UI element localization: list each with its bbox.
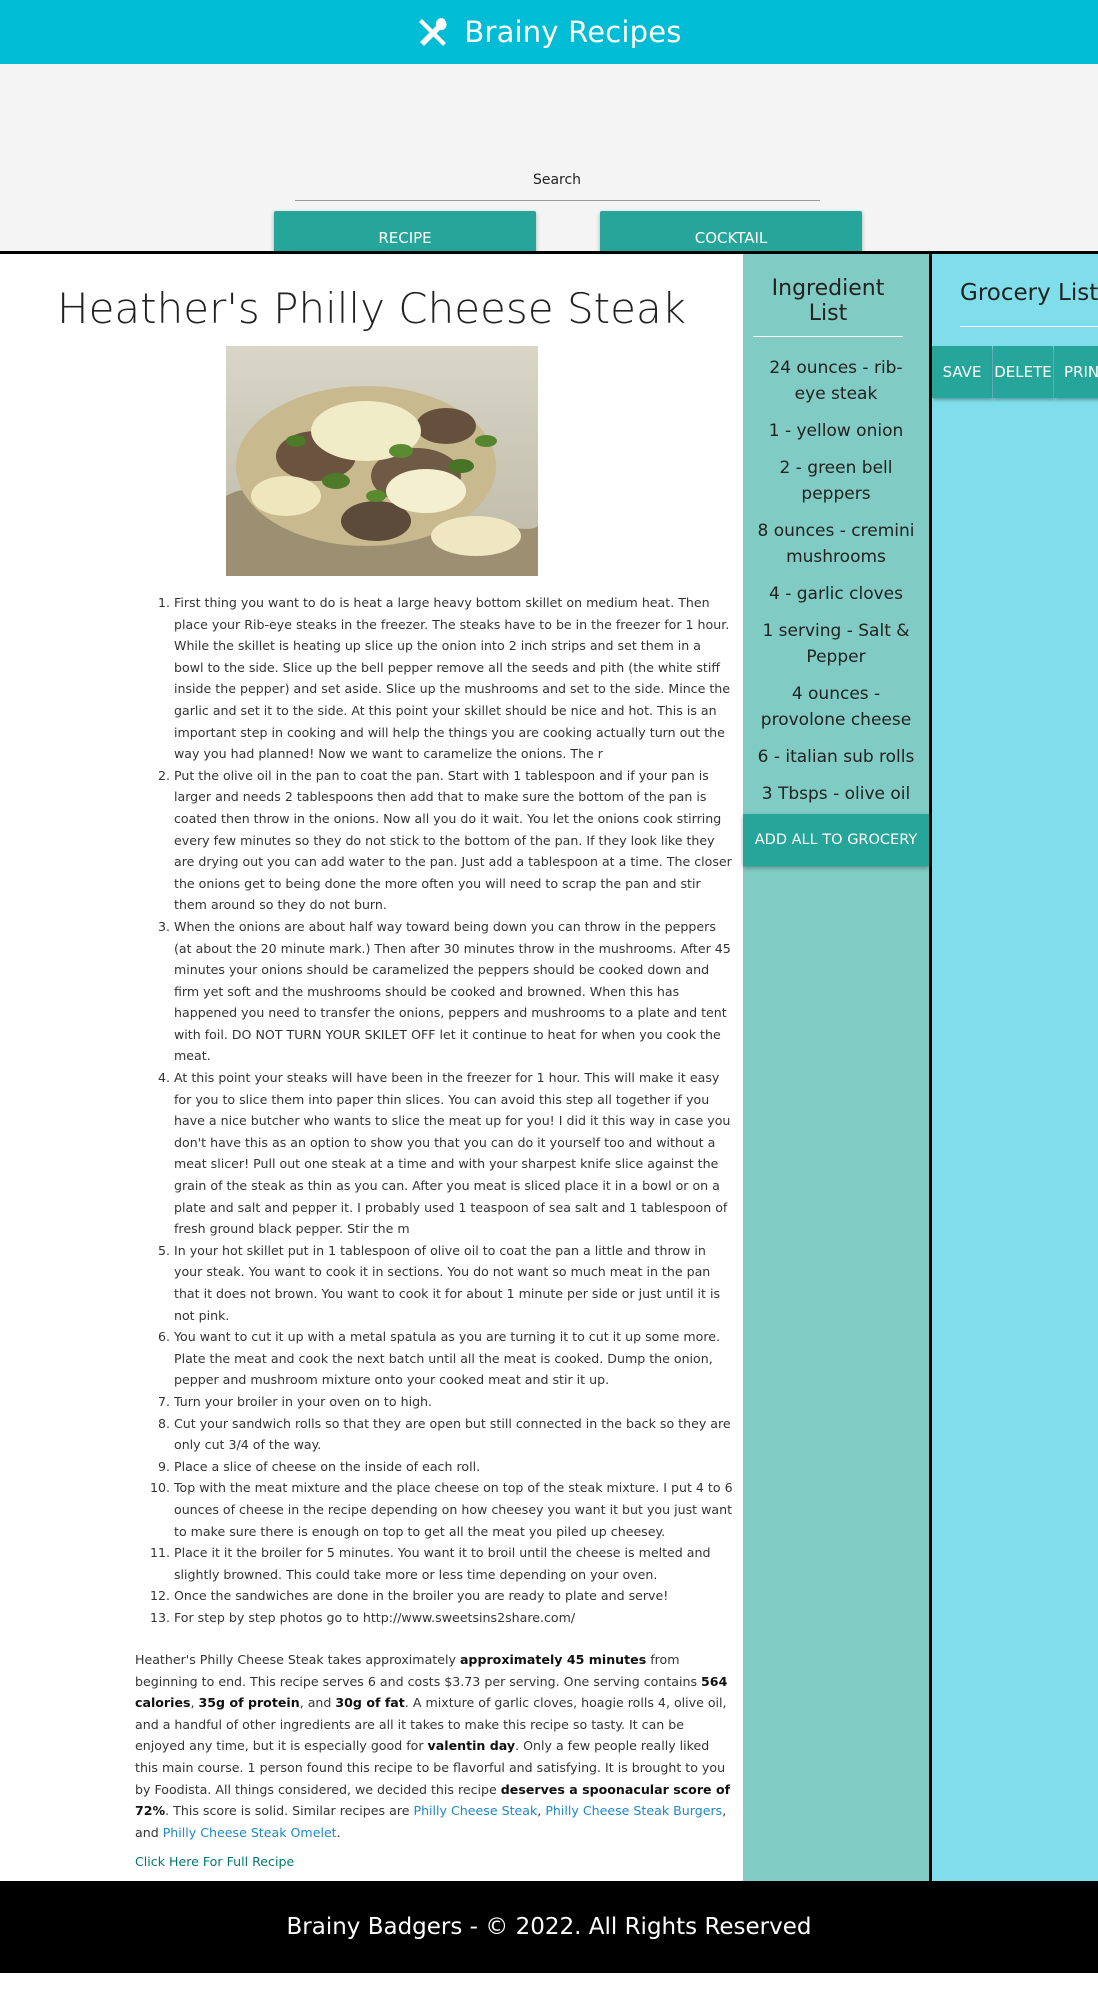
recipe-step: For step by step photos go to http://www… [174, 1607, 734, 1629]
grocery-panel: Grocery List SAVE DELETE PRINT [932, 254, 1098, 1881]
recipe-photo [226, 346, 538, 576]
similar-recipe-link[interactable]: Philly Cheese Steak [413, 1803, 537, 1818]
recipe-step: Place a slice of cheese on the inside of… [174, 1456, 734, 1478]
recipe-step: When the onions are about half way towar… [174, 916, 734, 1067]
recipe-steps: First thing you want to do is heat a lar… [174, 592, 734, 1629]
app-header: Brainy Recipes [0, 0, 1098, 64]
recipe-step: Cut your sandwich rolls so that they are… [174, 1413, 734, 1456]
search-label: Search [532, 172, 582, 188]
full-recipe-link[interactable]: Click Here For Full Recipe [135, 1854, 294, 1869]
recipe-step: Once the sandwiches are done in the broi… [174, 1585, 734, 1607]
recipe-step: In your hot skillet put in 1 tablespoon … [174, 1240, 734, 1326]
similar-recipe-link[interactable]: Philly Cheese Steak Burgers [545, 1803, 722, 1818]
grocery-list-title: Grocery List [960, 280, 1098, 306]
recipe-step: You want to cut it up with a metal spatu… [174, 1326, 734, 1391]
main-content: Heather's Philly Cheese Steak 1. First t… [0, 251, 1098, 1881]
ingredient-item[interactable]: 3 Tbsps - olive oil [743, 775, 929, 812]
footer-text: Brainy Badgers - © 2022. All Rights Rese… [286, 1914, 812, 1940]
summary-text: . [336, 1824, 341, 1840]
recipe-title: Heather's Philly Cheese Steak [56, 284, 686, 333]
recipe-panel: Heather's Philly Cheese Steak 1. First t… [0, 254, 743, 1881]
delete-button[interactable]: DELETE [993, 346, 1053, 398]
search-panel: Search RECIPE COCKTAIL [0, 64, 1098, 265]
recipe-step: First thing you want to do is heat a lar… [174, 592, 734, 765]
recipe-summary: Heather's Philly Cheese Steak takes appr… [135, 1649, 735, 1843]
ingredient-item[interactable]: 1 - yellow onion [743, 412, 929, 449]
recipe-step: Put the olive oil in the pan to coat the… [174, 765, 734, 916]
ingredient-panel: Ingredient List 24 ounces - rib-eye stea… [743, 254, 929, 1881]
summary-bold: 30g of fat [335, 1695, 405, 1711]
app-title: Brainy Recipes [464, 15, 682, 49]
ingredient-item[interactable]: 2 - green bell peppers [743, 449, 929, 512]
page-bottom [0, 1973, 1098, 2016]
add-all-to-grocery-button[interactable]: ADD ALL TO GROCERY [743, 814, 929, 866]
ingredient-list: 24 ounces - rib-eye steak 1 - yellow oni… [743, 349, 929, 812]
page-footer: Brainy Badgers - © 2022. All Rights Rese… [0, 1881, 1098, 1973]
grocery-title-divider [960, 326, 1098, 327]
search-input[interactable] [295, 200, 820, 201]
ingredient-item[interactable]: 6 - italian sub rolls [743, 738, 929, 775]
print-button[interactable]: PRINT [1054, 346, 1098, 398]
ingredient-list-title: Ingredient List [753, 276, 903, 337]
recipe-step: Top with the meat mixture and the place … [174, 1477, 734, 1542]
summary-bold: approximately 45 minutes [459, 1652, 647, 1667]
summary-text: Heather's Philly Cheese Steak takes appr… [135, 1652, 460, 1667]
recipe-step: Turn your broiler in your oven on to hig… [174, 1391, 734, 1413]
ingredient-item[interactable]: 4 ounces - provolone cheese [743, 675, 929, 738]
summary-text: , [190, 1695, 199, 1711]
ingredient-item[interactable]: 8 ounces - cremini mushrooms [743, 512, 929, 575]
ingredient-item[interactable]: 24 ounces - rib-eye steak [743, 349, 929, 412]
utensils-icon [419, 17, 447, 46]
save-button[interactable]: SAVE [932, 346, 992, 398]
summary-bold: 35g of protein [198, 1695, 300, 1711]
ingredient-item[interactable]: 1 serving - Salt & Pepper [743, 612, 929, 675]
ingredient-item[interactable]: 4 - garlic cloves [743, 575, 929, 612]
summary-bold: valentin day [427, 1738, 516, 1754]
similar-recipe-link[interactable]: Philly Cheese Steak Omelet [163, 1825, 337, 1840]
summary-text: . This score is solid. Similar recipes a… [165, 1803, 414, 1819]
recipe-step: Place it it the broiler for 5 minutes. Y… [174, 1542, 734, 1585]
recipe-step: At this point your steaks will have been… [174, 1067, 734, 1240]
summary-text: , and [299, 1695, 336, 1711]
